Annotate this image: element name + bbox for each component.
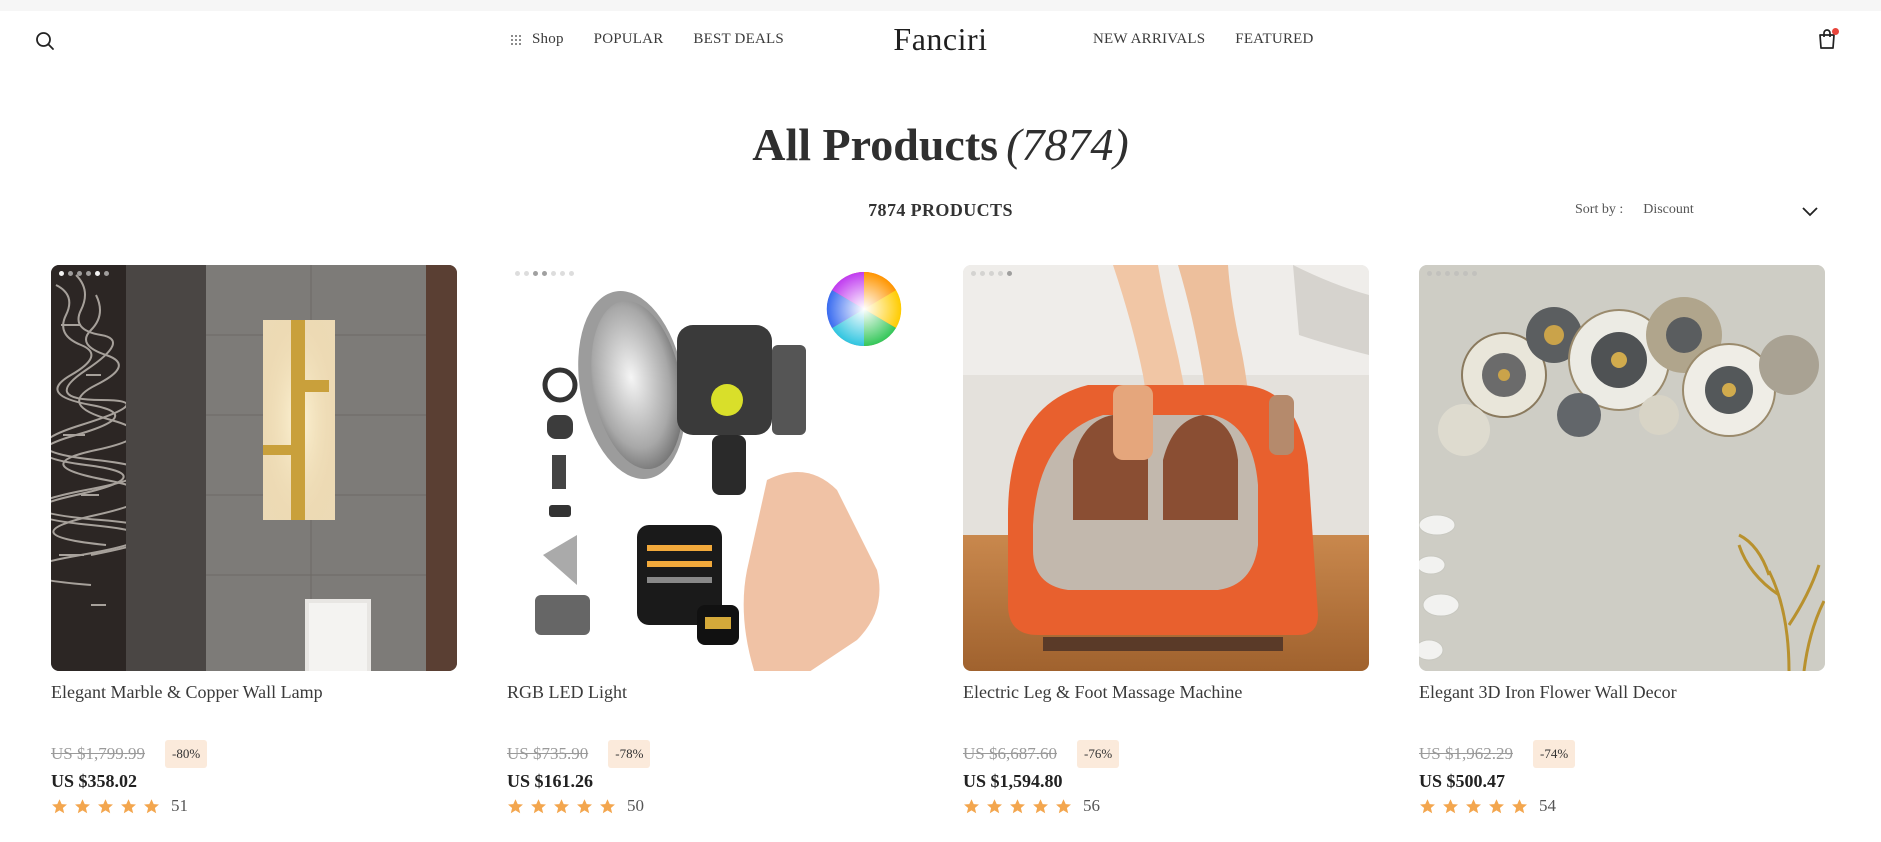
- star-icon: [121, 798, 136, 813]
- star-icon: [75, 798, 90, 813]
- discount-badge: -76%: [1076, 740, 1120, 768]
- rating-stars: 56: [963, 796, 1369, 816]
- nav-popular[interactable]: POPULAR: [594, 31, 664, 48]
- rating-stars: 54: [1419, 796, 1825, 816]
- star-icon: [1443, 798, 1458, 813]
- sort-control: Sort by : Discount: [1575, 202, 1819, 218]
- product-grid: Elegant Marble & Copper Wall Lamp US $1,…: [51, 265, 1825, 816]
- sale-price: US $358.02: [51, 771, 138, 791]
- image-carousel-dots[interactable]: [971, 271, 1016, 276]
- product-image[interactable]: [51, 265, 457, 671]
- original-price: US $1,962.29: [1419, 744, 1513, 763]
- rating-stars: 51: [51, 796, 457, 816]
- image-carousel-dots[interactable]: [59, 271, 113, 276]
- star-icon: [554, 798, 569, 813]
- review-count: 51: [171, 796, 188, 815]
- discount-badge: -80%: [164, 740, 208, 768]
- product-image[interactable]: [1419, 265, 1825, 671]
- sale-price: US $1,594.80: [963, 771, 1063, 791]
- star-icon: [987, 798, 1002, 813]
- star-icon: [1489, 798, 1504, 813]
- product-image[interactable]: [963, 265, 1369, 671]
- original-price: US $735.90: [507, 744, 589, 763]
- image-carousel-dots[interactable]: [1427, 271, 1481, 276]
- original-price: US $1,799.99: [51, 744, 145, 763]
- site-header: Shop POPULAR BEST DEALS Fanciri NEW ARRI…: [0, 11, 1881, 71]
- page-title-count: (7874): [1006, 119, 1129, 170]
- product-card[interactable]: RGB LED Light US $735.90 -78% US $161.26…: [507, 265, 913, 816]
- product-name[interactable]: Electric Leg & Foot Massage Machine: [963, 682, 1369, 706]
- star-icon: [98, 798, 113, 813]
- page-title-text: All Products: [752, 119, 999, 170]
- nav-right: NEW ARRIVALS FEATURED: [1093, 31, 1344, 48]
- cart-notification-dot: [1832, 28, 1839, 35]
- star-icon: [577, 798, 592, 813]
- review-count: 54: [1539, 796, 1556, 815]
- review-count: 50: [627, 796, 644, 815]
- sort-label: Sort by :: [1575, 202, 1624, 217]
- sort-value: Discount: [1643, 202, 1694, 217]
- sale-price: US $500.47: [1419, 771, 1506, 791]
- price-row: US $735.90 -78%: [507, 738, 913, 770]
- rating-stars: 50: [507, 796, 913, 816]
- top-strip: [0, 0, 1881, 11]
- nav-best-deals[interactable]: BEST DEALS: [693, 31, 783, 48]
- nav-shop-label: Shop: [532, 31, 564, 47]
- star-icon: [144, 798, 159, 813]
- site-logo[interactable]: Fanciri: [893, 21, 987, 57]
- product-card[interactable]: Elegant 3D Iron Flower Wall Decor US $1,…: [1419, 265, 1825, 816]
- star-icon: [964, 798, 979, 813]
- product-card[interactable]: Elegant Marble & Copper Wall Lamp US $1,…: [51, 265, 457, 816]
- search-icon[interactable]: [34, 30, 56, 52]
- star-icon: [1010, 798, 1025, 813]
- grid-icon: [510, 34, 522, 46]
- sort-dropdown[interactable]: Discount: [1643, 202, 1819, 218]
- star-icon: [508, 798, 523, 813]
- product-image[interactable]: [507, 265, 913, 671]
- chevron-down-icon: [1801, 204, 1819, 217]
- shopping-bag-icon[interactable]: [1817, 28, 1839, 52]
- nav-left: Shop POPULAR BEST DEALS: [510, 31, 814, 48]
- discount-badge: -74%: [1532, 740, 1576, 768]
- discount-badge: -78%: [608, 740, 651, 768]
- nav-new-arrivals[interactable]: NEW ARRIVALS: [1093, 31, 1205, 48]
- page-title: All Products (7874): [0, 118, 1881, 171]
- star-icon: [531, 798, 546, 813]
- star-icon: [1056, 798, 1071, 813]
- original-price: US $6,687.60: [963, 744, 1057, 763]
- review-count: 56: [1083, 796, 1100, 815]
- sale-price: US $161.26: [507, 771, 594, 791]
- product-name[interactable]: RGB LED Light: [507, 682, 913, 706]
- star-icon: [1033, 798, 1048, 813]
- star-icon: [1512, 798, 1527, 813]
- star-icon: [600, 798, 615, 813]
- product-card[interactable]: Electric Leg & Foot Massage Machine US $…: [963, 265, 1369, 816]
- nav-featured[interactable]: FEATURED: [1235, 31, 1313, 48]
- nav-shop[interactable]: Shop: [510, 31, 564, 48]
- product-name[interactable]: Elegant 3D Iron Flower Wall Decor: [1419, 682, 1825, 706]
- star-icon: [52, 798, 67, 813]
- product-name[interactable]: Elegant Marble & Copper Wall Lamp: [51, 682, 457, 706]
- price-row: US $1,799.99 -80%: [51, 738, 457, 770]
- price-row: US $6,687.60 -76%: [963, 738, 1369, 770]
- price-row: US $1,962.29 -74%: [1419, 738, 1825, 770]
- star-icon: [1466, 798, 1481, 813]
- image-carousel-dots[interactable]: [515, 271, 578, 276]
- star-icon: [1420, 798, 1435, 813]
- logo-container: Fanciri: [0, 21, 1881, 58]
